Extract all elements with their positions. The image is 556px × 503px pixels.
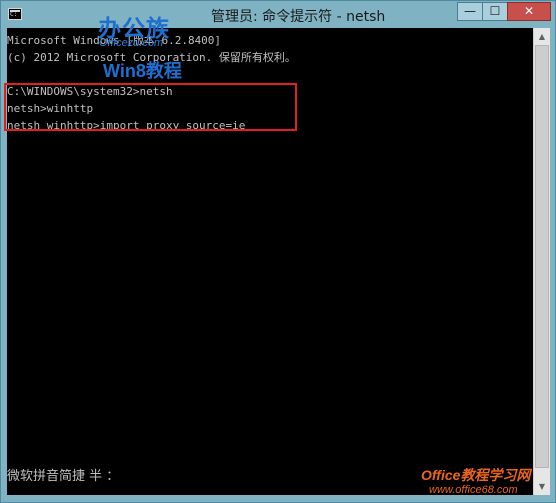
close-button[interactable]: ✕ [507,2,551,21]
console-area[interactable]: Microsoft Windows [版本 6.2.8400] (c) 2012… [4,28,533,495]
footer-watermark: Office教程学习网 www.office68.com [421,465,551,501]
command-highlight-box [4,83,297,131]
ime-status-text: 微软拼音简捷 半 ： [7,469,120,484]
scroll-up-arrow-icon[interactable]: ▲ [534,28,550,45]
footer-watermark-brand: Office [421,467,461,483]
window-title: 管理员: 命令提示符 - netsh [211,9,386,25]
footer-watermark-brand-rest: 教程学习网 [460,468,531,484]
watermark-logo: 办公族 Officezu.com Win8教程 [93,9,193,81]
footer-watermark-url: www.office68.com [429,484,518,496]
maximize-button[interactable]: ☐ [482,2,508,21]
vertical-scrollbar[interactable]: ▲ ▼ [533,28,550,495]
title-bar[interactable]: 管理员: 命令提示符 - netsh — ☐ ✕ [1,1,556,27]
scroll-thumb[interactable] [535,45,549,468]
watermark-subtitle: Win8教程 [103,61,182,81]
footer-watermark-title: Office教程学习网 [421,465,530,485]
cmd-icon[interactable] [8,8,22,20]
window-controls: — ☐ ✕ [457,2,551,21]
watermark-site: Officezu.com [99,37,164,49]
minimize-button[interactable]: — [457,2,483,21]
command-prompt-window: 管理员: 命令提示符 - netsh — ☐ ✕ Microsoft Windo… [0,0,556,503]
